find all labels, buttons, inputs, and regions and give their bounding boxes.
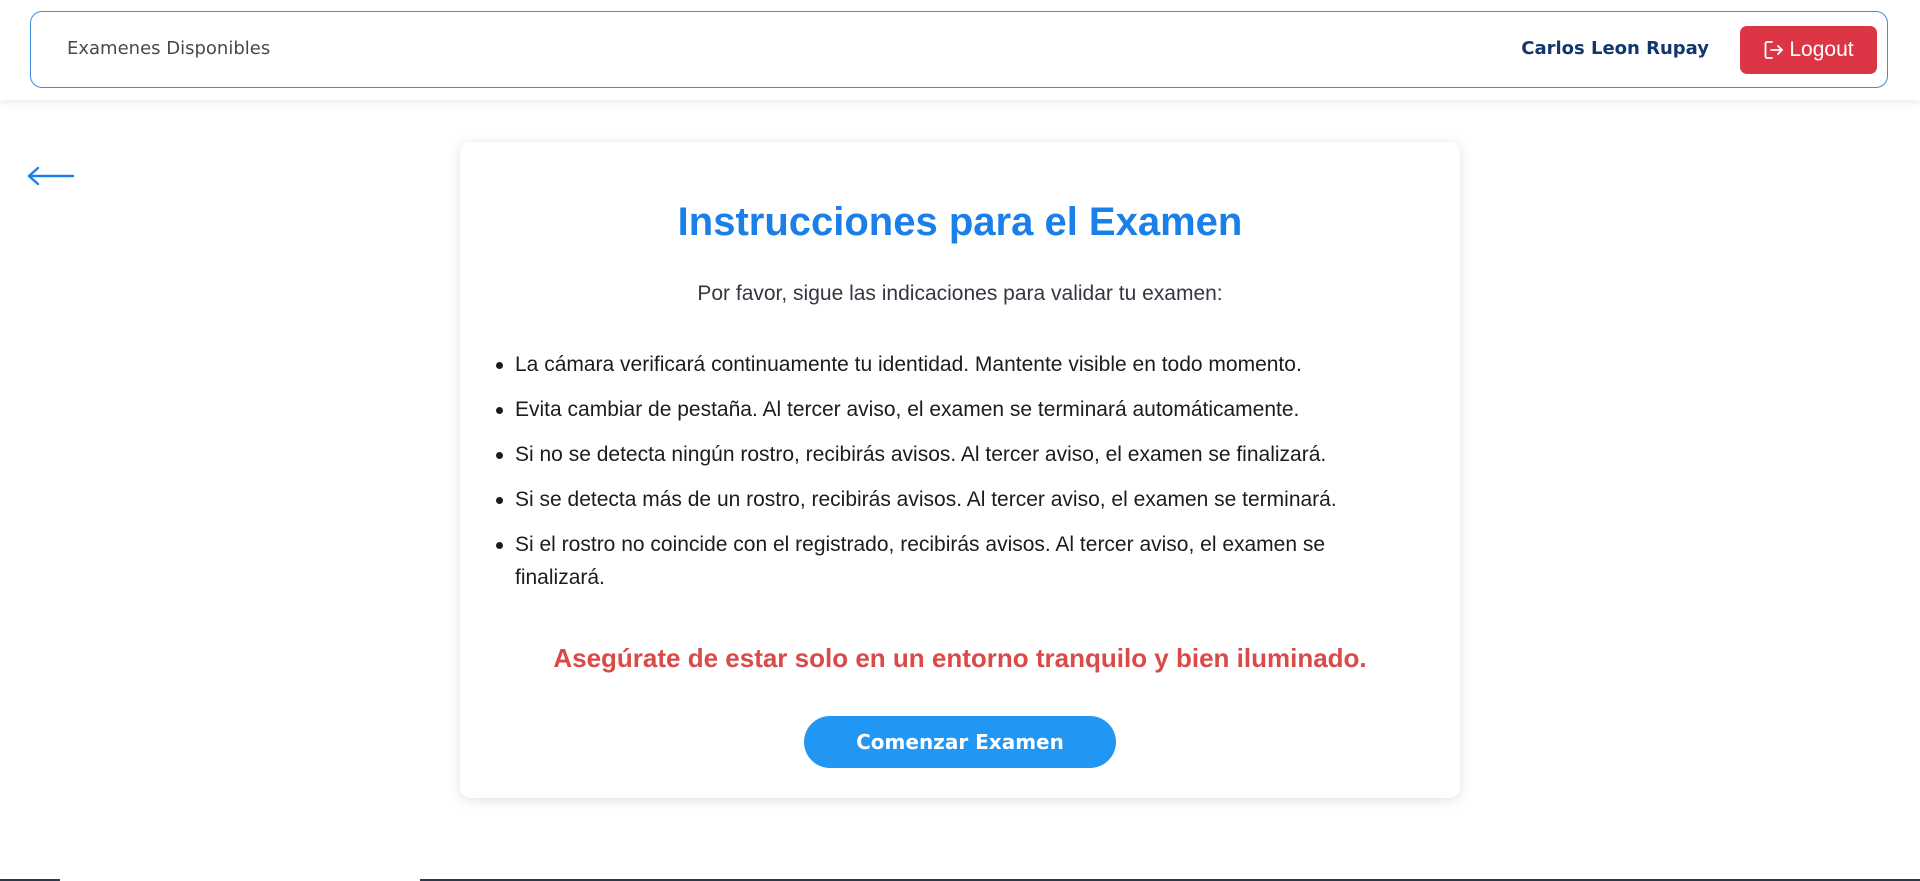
nav-link-examenes-disponibles[interactable]: Examenes Disponibles — [67, 12, 270, 86]
bullet-icon — [496, 362, 503, 369]
rule-text: Si no se detecta ningún rostro, recibirá… — [515, 443, 1327, 466]
rule-text: La cámara verificará continuamente tu id… — [515, 353, 1302, 376]
navbar: Examenes Disponibles Carlos Leon Rupay L… — [30, 11, 1888, 88]
user-name: Carlos Leon Rupay — [1521, 38, 1709, 59]
top-header: Examenes Disponibles Carlos Leon Rupay L… — [0, 0, 1920, 100]
instructions-subtitle: Por favor, sigue las indicaciones para v… — [697, 282, 1223, 305]
environment-warning: Asegúrate de estar solo en un entorno tr… — [553, 643, 1367, 673]
rules-list: La cámara verificará continuamente tu id… — [496, 348, 1395, 606]
rule-item: Si no se detecta ningún rostro, recibirá… — [496, 438, 1395, 471]
rule-item: Evita cambiar de pestaña. Al tercer avis… — [496, 393, 1395, 426]
page-title: Instrucciones para el Examen — [677, 200, 1243, 244]
rule-item: La cámara verificará continuamente tu id… — [496, 348, 1395, 381]
rule-text: Evita cambiar de pestaña. Al tercer avis… — [515, 398, 1300, 421]
bullet-icon — [496, 407, 503, 414]
arrow-left-icon — [26, 166, 76, 198]
logout-button[interactable]: Logout — [1740, 26, 1877, 74]
back-button[interactable] — [26, 158, 76, 194]
logout-label: Logout — [1789, 38, 1854, 61]
bullet-icon — [496, 497, 503, 504]
bullet-icon — [496, 452, 503, 459]
logout-icon — [1763, 39, 1785, 61]
rule-text: Si se detecta más de un rostro, recibirá… — [515, 488, 1337, 511]
rule-item: Si el rostro no coincide con el registra… — [496, 528, 1395, 594]
start-exam-button[interactable]: Comenzar Examen — [804, 716, 1116, 768]
rule-text: Si el rostro no coincide con el registra… — [515, 533, 1326, 589]
rule-item: Si se detecta más de un rostro, recibirá… — [496, 483, 1395, 516]
bullet-icon — [496, 542, 503, 549]
